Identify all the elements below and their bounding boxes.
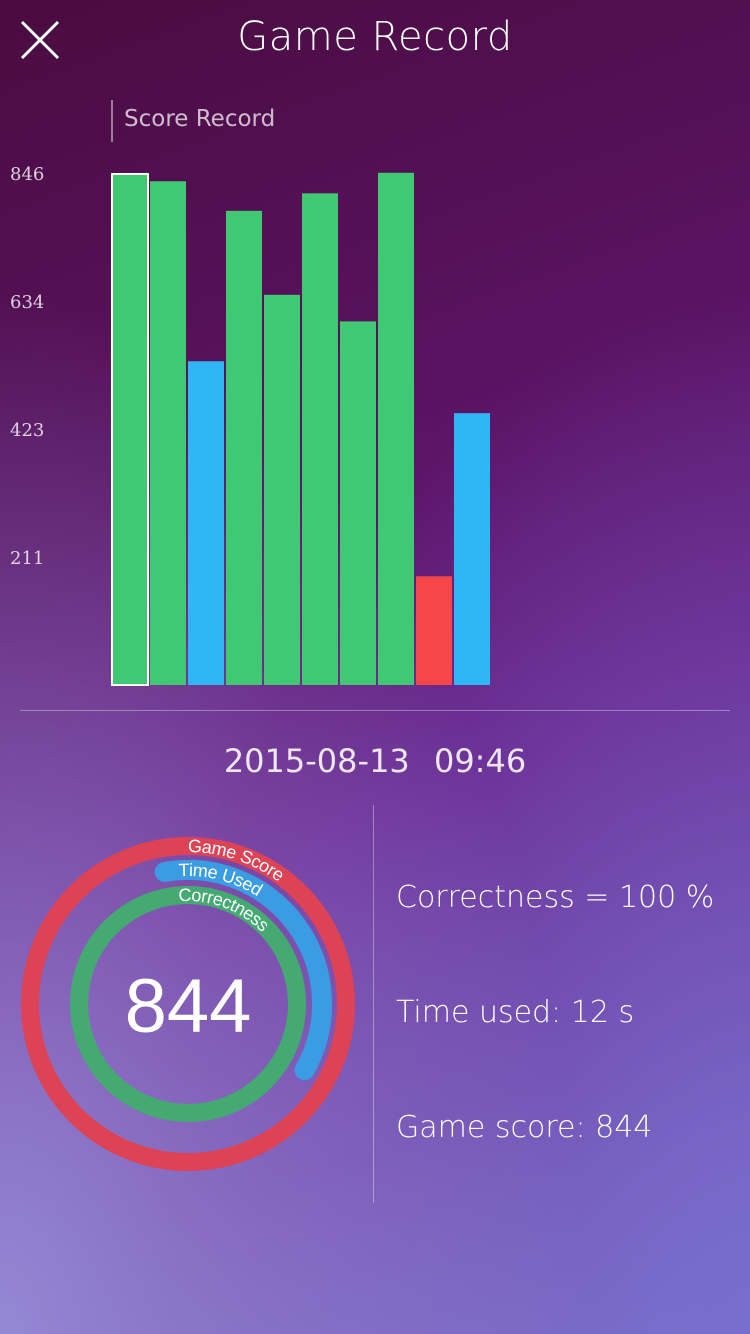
- stat-correctness: Correctness = 100 %: [396, 880, 715, 915]
- record-datetime: 2015-08-13 09:46: [223, 742, 527, 780]
- score-rings: Game Score Time Used Correctness 844: [21, 836, 355, 1171]
- stat-game-score: Game score: 844: [396, 1110, 653, 1145]
- score-value: 844: [125, 964, 252, 1049]
- score-bar[interactable]: [188, 361, 224, 685]
- score-bar[interactable]: [454, 413, 490, 685]
- score-bar[interactable]: [416, 576, 452, 685]
- score-bar-chart: [111, 172, 490, 686]
- score-bar[interactable]: [340, 321, 376, 685]
- score-bar[interactable]: [226, 210, 262, 685]
- score-bar[interactable]: [302, 193, 338, 685]
- stat-time-used: Time used: 12 s: [396, 995, 635, 1030]
- score-bar[interactable]: [150, 181, 186, 685]
- divider: [20, 710, 730, 711]
- score-bar[interactable]: [111, 173, 149, 686]
- vertical-divider: [373, 805, 374, 1203]
- score-bar[interactable]: [378, 172, 414, 685]
- score-bar[interactable]: [264, 294, 300, 685]
